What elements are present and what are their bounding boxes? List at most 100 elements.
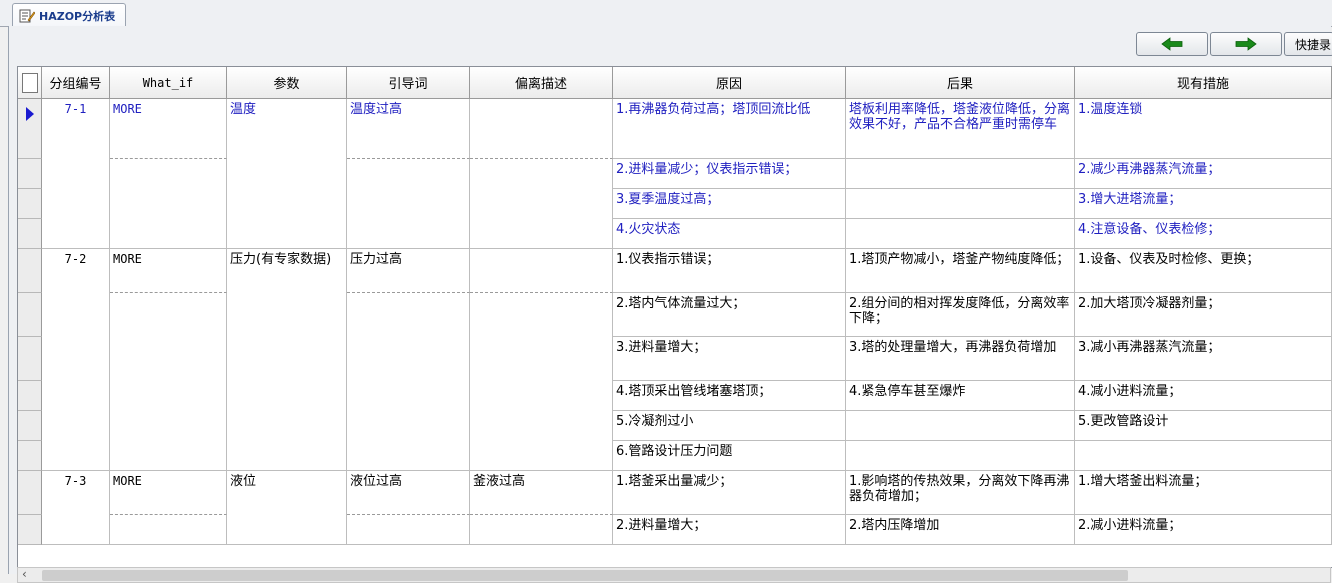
cell-guide-word[interactable]: [347, 441, 470, 471]
cell-consequence[interactable]: [846, 411, 1075, 441]
cell-guide-word[interactable]: [347, 515, 470, 545]
row-selector[interactable]: [18, 441, 42, 471]
cell-parameter[interactable]: [227, 189, 347, 219]
cell-deviation[interactable]: [470, 293, 613, 337]
cell-parameter[interactable]: 液位: [227, 471, 347, 515]
cell-parameter[interactable]: [227, 293, 347, 337]
cell-guide-word[interactable]: [347, 381, 470, 411]
cell-guide-word[interactable]: [347, 293, 470, 337]
cell-what-if[interactable]: [110, 293, 227, 337]
header-consequence[interactable]: 后果: [846, 67, 1075, 99]
cell-group-id[interactable]: [42, 441, 110, 471]
cell-consequence[interactable]: 3.塔的处理量增大，再沸器负荷增加: [846, 337, 1075, 381]
cell-guide-word[interactable]: [347, 411, 470, 441]
cell-cause[interactable]: 3.夏季温度过高；: [613, 189, 846, 219]
cell-deviation[interactable]: [470, 189, 613, 219]
cell-deviation[interactable]: [470, 99, 613, 159]
cell-cause[interactable]: 5.冷凝剂过小: [613, 411, 846, 441]
cell-deviation[interactable]: [470, 441, 613, 471]
cell-what-if[interactable]: [110, 337, 227, 381]
cell-consequence[interactable]: [846, 159, 1075, 189]
cell-existing-measures[interactable]: 2.加大塔顶冷凝器剂量；: [1075, 293, 1332, 337]
cell-group-id[interactable]: [42, 219, 110, 249]
header-group-id[interactable]: 分组编号: [42, 67, 110, 99]
cell-what-if[interactable]: [110, 441, 227, 471]
cell-parameter[interactable]: [227, 441, 347, 471]
row-selector[interactable]: [18, 515, 42, 545]
cell-parameter[interactable]: [227, 411, 347, 441]
cell-guide-word[interactable]: 温度过高: [347, 99, 470, 159]
cell-consequence[interactable]: [846, 189, 1075, 219]
cell-guide-word[interactable]: [347, 219, 470, 249]
row-selector[interactable]: [18, 293, 42, 337]
row-selector[interactable]: [18, 159, 42, 189]
cell-consequence[interactable]: 4.紧急停车甚至爆炸: [846, 381, 1075, 411]
shortcut-entry-button[interactable]: 快捷录: [1284, 32, 1332, 56]
cell-cause[interactable]: 4.火灾状态: [613, 219, 846, 249]
header-guide-word[interactable]: 引导词: [347, 67, 470, 99]
cell-consequence[interactable]: 1.塔顶产物减小，塔釜产物纯度降低；: [846, 249, 1075, 293]
cell-cause[interactable]: 1.塔釜采出量减少；: [613, 471, 846, 515]
cell-what-if[interactable]: [110, 189, 227, 219]
row-selector[interactable]: [18, 471, 42, 515]
row-selector[interactable]: [18, 219, 42, 249]
cell-what-if[interactable]: [110, 381, 227, 411]
cell-deviation[interactable]: [470, 515, 613, 545]
next-button[interactable]: [1210, 32, 1282, 56]
cell-what-if[interactable]: MORE: [110, 249, 227, 293]
cell-group-id[interactable]: [42, 293, 110, 337]
cell-group-id[interactable]: [42, 189, 110, 219]
cell-existing-measures[interactable]: 2.减少再沸器蒸汽流量；: [1075, 159, 1332, 189]
row-selector[interactable]: [18, 189, 42, 219]
cell-what-if[interactable]: [110, 159, 227, 189]
cell-cause[interactable]: 2.进料量减少；仪表指示错误；: [613, 159, 846, 189]
tab-hazop[interactable]: HAZOP分析表: [12, 3, 127, 27]
header-what-if[interactable]: What_if: [110, 67, 227, 99]
scrollbar-thumb[interactable]: [42, 570, 1128, 581]
select-all-corner[interactable]: [18, 67, 42, 99]
cell-consequence[interactable]: 2.组分间的相对挥发度降低，分离效率下降；: [846, 293, 1075, 337]
row-selector[interactable]: [18, 99, 42, 159]
cell-group-id[interactable]: [42, 159, 110, 189]
cell-consequence[interactable]: [846, 219, 1075, 249]
cell-deviation[interactable]: [470, 219, 613, 249]
row-selector[interactable]: [18, 337, 42, 381]
cell-deviation[interactable]: [470, 249, 613, 293]
scroll-left-arrow-icon[interactable]: ‹: [22, 567, 27, 581]
cell-existing-measures[interactable]: 3.增大进塔流量；: [1075, 189, 1332, 219]
cell-cause[interactable]: 4.塔顶采出管线堵塞塔顶；: [613, 381, 846, 411]
cell-cause[interactable]: 3.进料量增大；: [613, 337, 846, 381]
cell-deviation[interactable]: [470, 381, 613, 411]
header-cause[interactable]: 原因: [613, 67, 846, 99]
cell-parameter[interactable]: 温度: [227, 99, 347, 159]
cell-cause[interactable]: 1.仪表指示错误；: [613, 249, 846, 293]
prev-button[interactable]: [1136, 32, 1208, 56]
cell-deviation[interactable]: [470, 411, 613, 441]
cell-existing-measures[interactable]: 4.减小进料流量；: [1075, 381, 1332, 411]
header-parameter[interactable]: 参数: [227, 67, 347, 99]
cell-group-id[interactable]: [42, 337, 110, 381]
header-deviation[interactable]: 偏离描述: [470, 67, 613, 99]
cell-cause[interactable]: 6.管路设计压力问题: [613, 441, 846, 471]
cell-existing-measures[interactable]: 1.温度连锁: [1075, 99, 1332, 159]
cell-parameter[interactable]: [227, 219, 347, 249]
cell-group-id[interactable]: [42, 515, 110, 545]
cell-guide-word[interactable]: [347, 159, 470, 189]
cell-guide-word[interactable]: [347, 337, 470, 381]
cell-existing-measures[interactable]: 3.减小再沸器蒸汽流量；: [1075, 337, 1332, 381]
cell-parameter[interactable]: 压力(有专家数据): [227, 249, 347, 293]
cell-consequence[interactable]: 1.影响塔的传热效果，分离效下降再沸器负荷增加；: [846, 471, 1075, 515]
cell-existing-measures[interactable]: 1.设备、仪表及时检修、更换；: [1075, 249, 1332, 293]
cell-parameter[interactable]: [227, 381, 347, 411]
cell-guide-word[interactable]: 液位过高: [347, 471, 470, 515]
cell-group-id[interactable]: 7-1: [42, 99, 110, 159]
cell-deviation[interactable]: 釜液过高: [470, 471, 613, 515]
cell-what-if[interactable]: MORE: [110, 99, 227, 159]
cell-what-if[interactable]: [110, 219, 227, 249]
header-existing-measures[interactable]: 现有措施: [1075, 67, 1332, 99]
cell-cause[interactable]: 1.再沸器负荷过高；塔顶回流比低: [613, 99, 846, 159]
cell-parameter[interactable]: [227, 515, 347, 545]
cell-existing-measures[interactable]: 5.更改管路设计: [1075, 411, 1332, 441]
cell-existing-measures[interactable]: 1.增大塔釜出料流量；: [1075, 471, 1332, 515]
cell-group-id[interactable]: 7-2: [42, 249, 110, 293]
